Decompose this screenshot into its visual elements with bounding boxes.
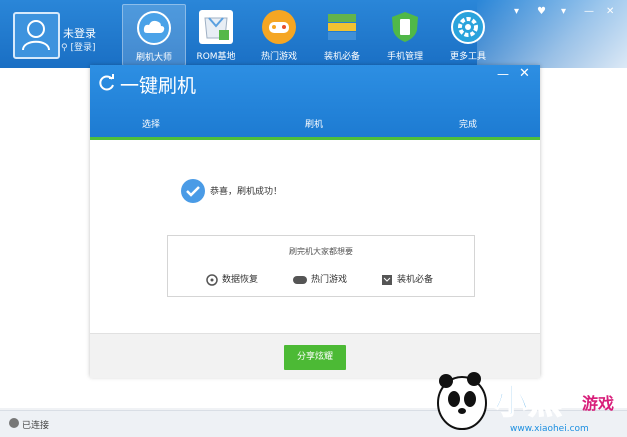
svg-text:小黑: 小黑: [494, 382, 562, 422]
success-message: 恭喜，刷机成功！: [210, 187, 283, 197]
dialog-close-button[interactable]: ✕: [519, 66, 530, 81]
nav-hot-games[interactable]: 热门游戏: [248, 4, 310, 64]
avatar[interactable]: [13, 12, 60, 59]
nav-label: 装机必备: [323, 52, 360, 62]
gear-icon: [451, 10, 485, 44]
dialog-minimize-button[interactable]: —: [497, 67, 509, 81]
user-name: 未登录: [63, 27, 96, 40]
svg-text:www.xiaohei.com: www.xiaohei.com: [510, 424, 589, 434]
shield-phone-icon: [388, 10, 422, 44]
feedback-icon[interactable]: ▾: [514, 6, 519, 17]
nav-label: 刷机大师: [135, 53, 172, 63]
nav-label: 手机管理: [386, 52, 423, 62]
gamepad-icon: [293, 275, 307, 284]
share-title: 刷完机大家都想要: [289, 247, 353, 256]
xiaohei-watermark-logo: 小黑 游戏 www.xiaohei.com: [437, 372, 614, 434]
connection-status: 已连接: [22, 421, 50, 431]
share-item-data-recovery[interactable]: 数据恢复: [206, 272, 258, 286]
dialog-header: 一键刷机 — ✕ 选择 刷机 完成: [90, 65, 540, 137]
share-button[interactable]: 分享炫耀: [284, 345, 346, 370]
share-item-essentials[interactable]: 装机必备: [381, 272, 433, 286]
top-header: 未登录 ⚲ [登录] 刷机大师 ROM基地 热门游戏 装机必备 手机管理 更多工…: [0, 0, 627, 68]
connection-icon: [9, 418, 19, 428]
svg-text:游戏: 游戏: [582, 394, 614, 413]
books-icon: [325, 10, 359, 44]
login-link[interactable]: ⚲ [登录]: [61, 40, 95, 53]
step-select: 选择: [142, 120, 161, 130]
recovery-icon: [206, 273, 218, 286]
share-box: 刷完机大家都想要 数据恢复 热门游戏 装机必备: [167, 235, 475, 297]
close-button[interactable]: ✕: [606, 6, 614, 17]
flash-dialog: 一键刷机 — ✕ 选择 刷机 完成 恭喜，刷机成功！ 刷完机大家都想要 数据恢复…: [90, 65, 540, 378]
header-sky-decoration: [477, 0, 627, 68]
progress-bar: [90, 137, 540, 140]
nav-label: 热门游戏: [260, 52, 297, 62]
nav-phone-manage[interactable]: 手机管理: [374, 4, 436, 64]
shirt-icon[interactable]: ♥: [537, 6, 546, 17]
check-icon: [181, 179, 205, 203]
cloud-icon: [137, 11, 171, 45]
nav-flash-master[interactable]: 刷机大师: [122, 4, 186, 66]
nav-rom-base[interactable]: ROM基地: [185, 4, 247, 64]
rom-box-icon: [199, 10, 233, 44]
step-flash: 刷机: [305, 120, 324, 130]
menu-dropdown-icon[interactable]: ▾: [561, 6, 566, 17]
nav-essentials[interactable]: 装机必备: [311, 4, 373, 64]
dialog-title: 一键刷机: [120, 75, 197, 97]
gamepad-icon: [262, 10, 296, 44]
nav-label: 更多工具: [449, 52, 486, 62]
share-item-hot-games[interactable]: 热门游戏: [293, 272, 347, 285]
nav-more-tools[interactable]: 更多工具: [437, 4, 499, 64]
minimize-button[interactable]: —: [584, 6, 594, 17]
bag-icon: [382, 274, 392, 285]
refresh-icon: [99, 74, 114, 91]
step-done: 完成: [459, 120, 478, 130]
nav-label: ROM基地: [196, 52, 236, 62]
user-icon: [22, 20, 50, 51]
